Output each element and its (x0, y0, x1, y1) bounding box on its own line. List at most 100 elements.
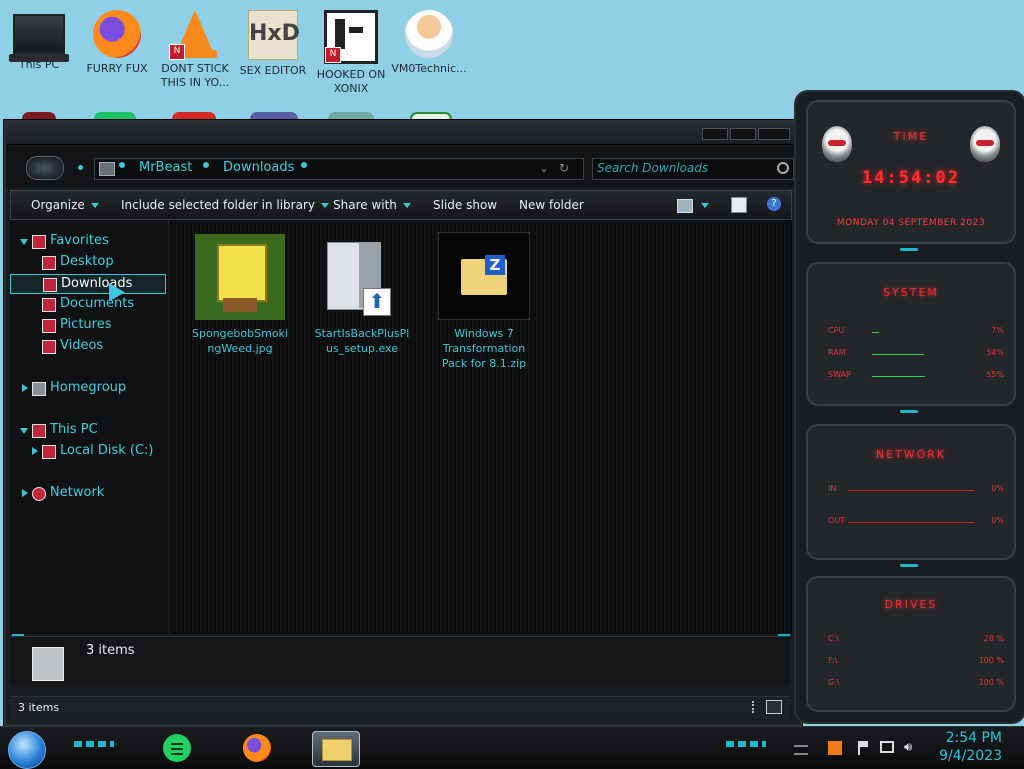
drive-c-value: 28 % (983, 634, 1004, 643)
cpu-label: CPU (828, 326, 845, 335)
notes-app-icon (163, 734, 191, 762)
action-center-flag-icon[interactable] (858, 741, 868, 755)
nav-desktop[interactable]: Desktop (10, 253, 164, 271)
taskbar-app-file-explorer[interactable] (312, 731, 360, 767)
search-input[interactable] (597, 160, 767, 176)
expand-arrow-icon[interactable] (20, 428, 28, 434)
file-item-jpg[interactable]: SpongebobSmokingWeed.jpg (190, 234, 290, 356)
nav-network[interactable]: Network (10, 484, 164, 502)
file-name: Windows 7 Transformation Pack for 8.1.zi… (441, 327, 527, 370)
refresh-icon[interactable]: ↻ (559, 161, 569, 175)
details-view-icon[interactable] (752, 701, 758, 713)
drive-f-value: 100 % (978, 656, 1004, 665)
time-panel: TIME 14:54:02 MONDAY 04 SEPTEMBER 2023 (806, 100, 1016, 244)
address-dropdown-icon[interactable]: ⌄ (539, 161, 549, 175)
change-view-icon[interactable] (677, 199, 693, 213)
share-label: Share with (333, 198, 397, 212)
large-icons-view-icon[interactable] (766, 700, 782, 714)
help-icon[interactable]: ? (767, 197, 781, 211)
breadcrumb-arrow-icon[interactable] (301, 162, 307, 168)
close-button[interactable] (758, 128, 790, 140)
homegroup-icon (32, 382, 46, 396)
navigation-pane: Favorites Desktop Downloads Documents Pi… (10, 220, 168, 634)
file-item-exe[interactable]: ⬆ StartIsBackPlusPlus_setup.exe (312, 234, 412, 356)
window-titlebar[interactable] (6, 122, 800, 145)
drives-panel: DRIVES C:\ 28 % F:\ 100 % G:\ 100 % (806, 576, 1016, 712)
nav-documents[interactable]: Documents (10, 295, 164, 313)
chevron-down-icon (90, 203, 99, 208)
ram-value: 54% (986, 348, 1004, 357)
panel-connector (900, 410, 918, 413)
network-status-icon[interactable] (880, 741, 894, 753)
nav-favorites[interactable]: Favorites (10, 232, 164, 250)
slide-show-button[interactable]: Slide show (433, 198, 497, 212)
preview-pane-icon[interactable] (731, 197, 747, 213)
computer-icon (32, 424, 46, 438)
search-box[interactable] (592, 158, 794, 180)
time-title: TIME (893, 130, 929, 143)
nav-label: Favorites (50, 233, 109, 248)
ram-bar (872, 354, 924, 355)
start-button[interactable] (8, 731, 46, 769)
nav-label: Network (50, 485, 105, 500)
back-forward-button[interactable] (26, 156, 64, 180)
maximize-button[interactable] (730, 128, 756, 140)
nav-pictures[interactable]: Pictures (10, 316, 164, 334)
expand-arrow-icon[interactable] (32, 447, 38, 455)
new-folder-button[interactable]: New folder (519, 198, 584, 212)
search-icon[interactable] (777, 162, 789, 174)
network-panel: NETWORK IN 0% OUT 0% (806, 424, 1016, 560)
desktop-icon-sex-editor[interactable]: HxD SEX EDITOR (235, 4, 311, 78)
xonix-game-icon: N (324, 10, 378, 64)
breadcrumb-arrow-icon[interactable] (203, 162, 209, 168)
nav-videos[interactable]: Videos (10, 337, 164, 355)
minimize-button[interactable] (702, 128, 728, 140)
file-name: StartIsBackPlusPlus_setup.exe (314, 327, 410, 355)
nav-local-disk-c[interactable]: Local Disk (C:) (10, 442, 164, 460)
desktop-icon-vlc[interactable]: N DONT STICK THIS IN YO... (157, 4, 233, 90)
taskbar-clock[interactable]: 2:54 PM 9/4/2023 (939, 729, 1002, 765)
system-monitor-gadget[interactable]: TIME 14:54:02 MONDAY 04 SEPTEMBER 2023 S… (794, 90, 1024, 724)
nav-downloads[interactable]: Downloads (10, 274, 166, 294)
organize-button[interactable]: Organize (31, 198, 99, 212)
desktop-icon-label: FURRY FUX (86, 62, 148, 75)
include-in-library-button[interactable]: Include selected folder in library (121, 198, 329, 212)
desktop-icon-hooked-on-xonix[interactable]: N HOOKED ON XONIX (313, 4, 389, 96)
desktop-icon-furry-fux[interactable]: FURRY FUX (79, 4, 155, 76)
volume-icon[interactable]: 🔊︎ (904, 741, 918, 755)
breadcrumb-arrow-icon[interactable] (119, 162, 125, 168)
expand-arrow-icon[interactable] (20, 239, 28, 245)
recent-pages-dot[interactable] (78, 165, 83, 170)
swap-value: 55% (986, 370, 1004, 379)
nav-this-pc[interactable]: This PC (10, 421, 164, 439)
share-with-button[interactable]: Share with (333, 198, 411, 212)
breadcrumb-mrbeast[interactable]: MrBeast (139, 160, 192, 175)
taskbar-app-notes[interactable] (156, 731, 202, 765)
drive-g-label: G:\ (828, 678, 840, 687)
taskbar-app-firefox[interactable] (236, 731, 282, 765)
file-item-zip[interactable]: Z Windows 7 Transformation Pack for 8.1.… (434, 232, 534, 371)
net-in-label: IN (828, 484, 837, 493)
drives-title: DRIVES (884, 598, 938, 611)
organize-label: Organize (31, 198, 85, 212)
show-hidden-icons[interactable] (794, 745, 808, 755)
address-bar[interactable]: MrBeast Downloads ⌄ ↻ (94, 158, 584, 180)
breadcrumb-downloads[interactable]: Downloads (223, 160, 294, 175)
file-list[interactable]: SpongebobSmokingWeed.jpg ⬆ StartIsBackPl… (170, 220, 792, 634)
view-options-button[interactable] (695, 198, 709, 212)
folder-preview-icon (32, 647, 64, 681)
command-bar: Organize Include selected folder in libr… (10, 190, 792, 220)
documents-folder-icon (42, 298, 56, 312)
expand-arrow-icon[interactable] (22, 489, 28, 497)
tray-app-icon[interactable] (828, 741, 842, 755)
doctor-avatar-icon (405, 10, 453, 58)
nav-homegroup[interactable]: Homegroup (10, 379, 164, 397)
desktop-icon-this-pc[interactable]: This PC (1, 4, 77, 72)
desktop-icon-vm0technic[interactable]: VM0Technic... (391, 4, 467, 76)
details-item-count: 3 items (86, 643, 135, 658)
swap-row: SWAP 55% (828, 370, 1004, 382)
gadget-date: MONDAY 04 SEPTEMBER 2023 (836, 218, 986, 228)
drive-f-label: F:\ (828, 656, 838, 665)
nav-label: Pictures (60, 317, 112, 332)
expand-arrow-icon[interactable] (22, 384, 28, 392)
